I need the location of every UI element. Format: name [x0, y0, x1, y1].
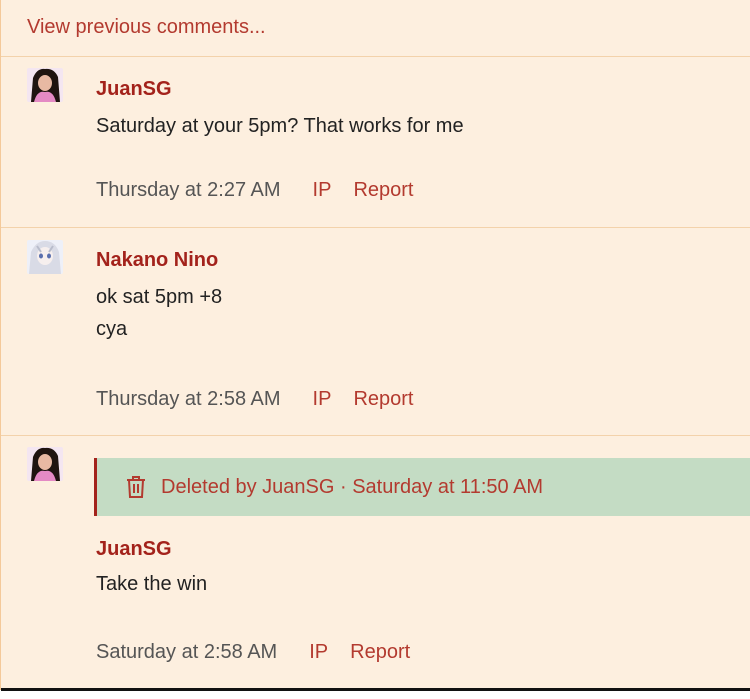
trash-icon	[127, 476, 145, 498]
avatar[interactable]	[27, 447, 63, 481]
comment-author[interactable]: JuanSG	[96, 78, 172, 101]
comment-author[interactable]: Nakano Nino	[96, 249, 218, 272]
deleted-notice: Deleted by JuanSG · Saturday at 11:50 AM	[94, 458, 750, 516]
comment-line: cya	[96, 318, 128, 340]
comment-line: Saturday at your 5pm? That works for me	[96, 115, 464, 137]
divider	[1, 435, 750, 436]
view-previous-comments-link[interactable]: View previous comments...	[27, 16, 266, 39]
report-link[interactable]: Report	[353, 388, 413, 411]
avatar[interactable]	[27, 240, 63, 274]
ip-link[interactable]: IP	[313, 179, 332, 202]
divider	[1, 227, 750, 228]
report-link[interactable]: Report	[350, 641, 410, 664]
comment-text: Take the win	[96, 568, 207, 600]
comment-date[interactable]: Saturday at 2:58 AM	[96, 641, 277, 664]
comment-date[interactable]: Thursday at 2:58 AM	[96, 388, 281, 411]
comment-text: Saturday at your 5pm? That works for me	[96, 110, 464, 142]
comment-meta: Thursday at 2:27 AM IP Report	[96, 179, 413, 202]
comment-date[interactable]: Thursday at 2:27 AM	[96, 179, 281, 202]
deleted-notice-text: Deleted by JuanSG · Saturday at 11:50 AM	[161, 475, 544, 498]
comment-meta: Thursday at 2:58 AM IP Report	[96, 388, 413, 411]
avatar[interactable]	[27, 68, 63, 102]
comment-line: ok sat 5pm +8	[96, 286, 223, 308]
ip-link[interactable]: IP	[313, 388, 332, 411]
comment-author[interactable]: JuanSG	[96, 538, 172, 561]
comment-line: Take the win	[96, 573, 208, 595]
comment-text: ok sat 5pm +8 cya	[96, 281, 222, 345]
ip-link[interactable]: IP	[309, 641, 328, 664]
comment-thread: View previous comments... JuanSG Saturda…	[0, 0, 750, 691]
report-link[interactable]: Report	[353, 179, 413, 202]
divider	[1, 56, 750, 57]
comment-meta: Saturday at 2:58 AM IP Report	[96, 641, 410, 664]
bottom-border	[1, 688, 750, 691]
